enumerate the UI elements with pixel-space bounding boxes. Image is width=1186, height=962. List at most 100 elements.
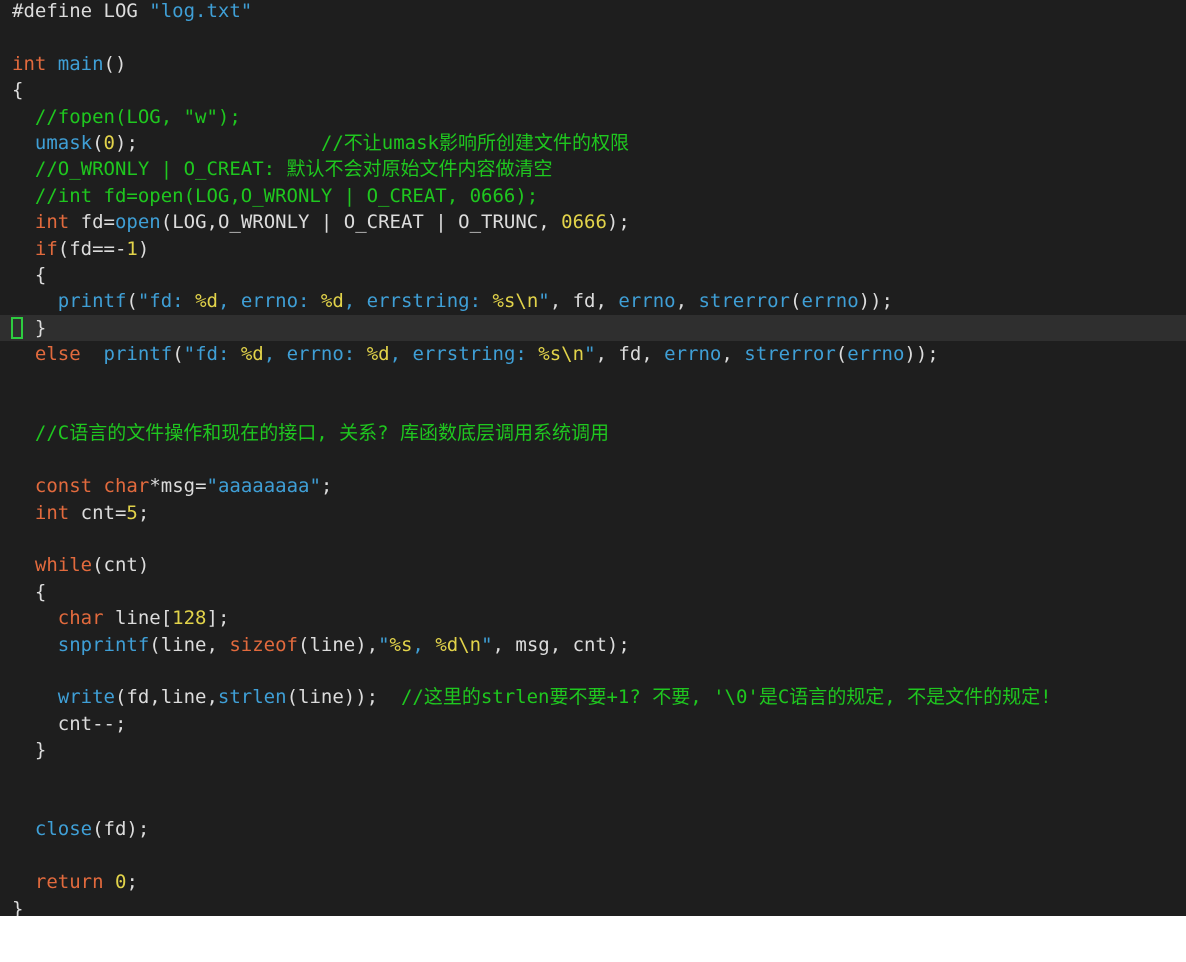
- code-token-function: printf: [57, 290, 127, 313]
- code-line[interactable]: [0, 658, 1186, 684]
- code-line[interactable]: close(fd);: [0, 816, 1186, 842]
- code-line[interactable]: write(fd,line,strlen(line)); //这里的strlen…: [0, 684, 1186, 710]
- code-token-comment: //fopen(LOG, "w");: [34, 105, 241, 128]
- code-token-function: umask: [34, 132, 93, 154]
- code-token-number: 0: [114, 871, 127, 894]
- code-line[interactable]: [0, 394, 1186, 420]
- code-token-plain: ));: [858, 290, 893, 313]
- code-token-string: , errstring:: [389, 343, 539, 366]
- code-token-function: strlen: [217, 686, 287, 709]
- code-token-plain: *msg=: [149, 475, 207, 498]
- code-token-function: main: [57, 52, 104, 75]
- code-token-plain: ;: [126, 871, 138, 894]
- code-line[interactable]: [0, 24, 1186, 50]
- code-token-function: errno: [847, 343, 905, 366]
- code-line[interactable]: {: [0, 262, 1186, 288]
- code-token-plain: {: [12, 264, 47, 286]
- code-editor[interactable]: #define LOG "log.txt" int main(){ //fopen…: [0, 0, 1186, 916]
- code-line[interactable]: //fopen(LOG, "w");: [0, 104, 1186, 130]
- code-token-keyword: const: [34, 475, 93, 498]
- code-line[interactable]: [0, 843, 1186, 869]
- code-token-number: 128: [172, 607, 207, 630]
- code-line[interactable]: //int fd=open(LOG,O_WRONLY | O_CREAT, 06…: [0, 183, 1186, 209]
- code-line[interactable]: #define LOG "log.txt": [0, 0, 1186, 24]
- code-line[interactable]: int cnt=5;: [0, 500, 1186, 526]
- code-line[interactable]: while(cnt): [0, 552, 1186, 578]
- code-line[interactable]: [0, 526, 1186, 552]
- code-line[interactable]: int fd=open(LOG,O_WRONLY | O_CREAT | O_T…: [0, 209, 1186, 235]
- code-token-function: open: [114, 211, 161, 234]
- code-line[interactable]: }: [0, 896, 1186, 916]
- code-line[interactable]: else printf("fd: %d, errno: %d, errstrin…: [0, 341, 1186, 367]
- code-token-string: ,: [412, 633, 436, 656]
- code-token-string: "fd:: [183, 343, 241, 366]
- code-token-plain: (: [126, 290, 138, 313]
- code-line[interactable]: }: [0, 314, 1186, 342]
- code-token-plain: ,: [675, 290, 699, 313]
- code-line[interactable]: if(fd==-1): [0, 236, 1186, 262]
- code-token-plain: (: [172, 343, 184, 366]
- code-line[interactable]: {: [0, 579, 1186, 605]
- code-token-number: 1: [126, 237, 138, 260]
- code-token-plain: (cnt): [92, 554, 150, 577]
- code-token-plain: (): [103, 52, 127, 75]
- code-line[interactable]: {: [0, 77, 1186, 103]
- text-cursor: [11, 316, 23, 339]
- code-line[interactable]: cnt--;: [0, 711, 1186, 737]
- code-line[interactable]: umask(0); //不让umask影响所创建文件的权限: [0, 130, 1186, 156]
- code-token-string: "fd:: [137, 290, 196, 313]
- code-token-keyword: int: [12, 52, 47, 75]
- code-line[interactable]: [0, 447, 1186, 473]
- code-token-plain: #define LOG: [12, 0, 150, 22]
- code-line[interactable]: //C语言的文件操作和现在的接口, 关系? 库函数底层调用系统调用: [0, 420, 1186, 446]
- code-token-plain: (line,: [149, 633, 230, 656]
- code-line[interactable]: const char*msg="aaaaaaaa";: [0, 473, 1186, 499]
- code-token-plain: (fd,line,: [114, 686, 218, 709]
- code-token-string: , errno:: [217, 290, 321, 313]
- code-token-comment: //这里的strlen要不要+1? 不要, '\0'是C语言的规定, 不是文件的…: [400, 686, 1052, 709]
- code-token-plain: (: [789, 290, 802, 313]
- code-token-plain: , fd,: [595, 343, 665, 366]
- code-token-keyword: sizeof: [229, 633, 298, 656]
- code-token-plain: line[: [103, 607, 173, 630]
- code-token-number: %s\n: [538, 343, 585, 366]
- code-token-string: ": [481, 633, 493, 656]
- code-token-keyword: return: [34, 871, 104, 894]
- code-token-function: write: [57, 686, 115, 709]
- code-line[interactable]: int main(): [0, 51, 1186, 77]
- code-token-string: "log.txt": [149, 0, 253, 22]
- code-token-string: ": [538, 290, 550, 313]
- code-line[interactable]: [0, 764, 1186, 790]
- code-line[interactable]: snprintf(line, sizeof(line),"%s, %d\n", …: [0, 632, 1186, 658]
- code-line[interactable]: [0, 368, 1186, 394]
- code-line[interactable]: [0, 790, 1186, 816]
- code-token-number: %d: [366, 343, 390, 366]
- code-token-plain: {: [12, 580, 47, 603]
- code-token-string: ": [378, 633, 390, 656]
- code-token-plain: {: [12, 79, 24, 102]
- code-token-keyword: char: [103, 475, 150, 498]
- code-token-plain: ;: [320, 475, 333, 498]
- code-line[interactable]: //O_WRONLY | O_CREAT: 默认不会对原始文件内容做清空: [0, 156, 1186, 182]
- code-token-plain: (: [835, 343, 848, 366]
- code-line[interactable]: return 0;: [0, 869, 1186, 895]
- code-token-number: %s\n: [492, 290, 539, 313]
- code-token-plain: , fd,: [549, 290, 619, 313]
- code-line[interactable]: }: [0, 737, 1186, 763]
- code-token-number: %d: [320, 290, 344, 313]
- code-token-keyword: int: [34, 211, 70, 234]
- code-line[interactable]: printf("fd: %d, errno: %d, errstring: %s…: [0, 288, 1186, 314]
- code-token-plain: (LOG,O_WRONLY | O_CREAT | O_TRUNC,: [160, 211, 562, 234]
- code-line[interactable]: char line[128];: [0, 605, 1186, 631]
- code-token-function: errno: [618, 290, 676, 313]
- code-token-function: close: [34, 818, 93, 841]
- code-token-comment: //int fd=open(LOG,O_WRONLY | O_CREAT, 06…: [34, 184, 539, 207]
